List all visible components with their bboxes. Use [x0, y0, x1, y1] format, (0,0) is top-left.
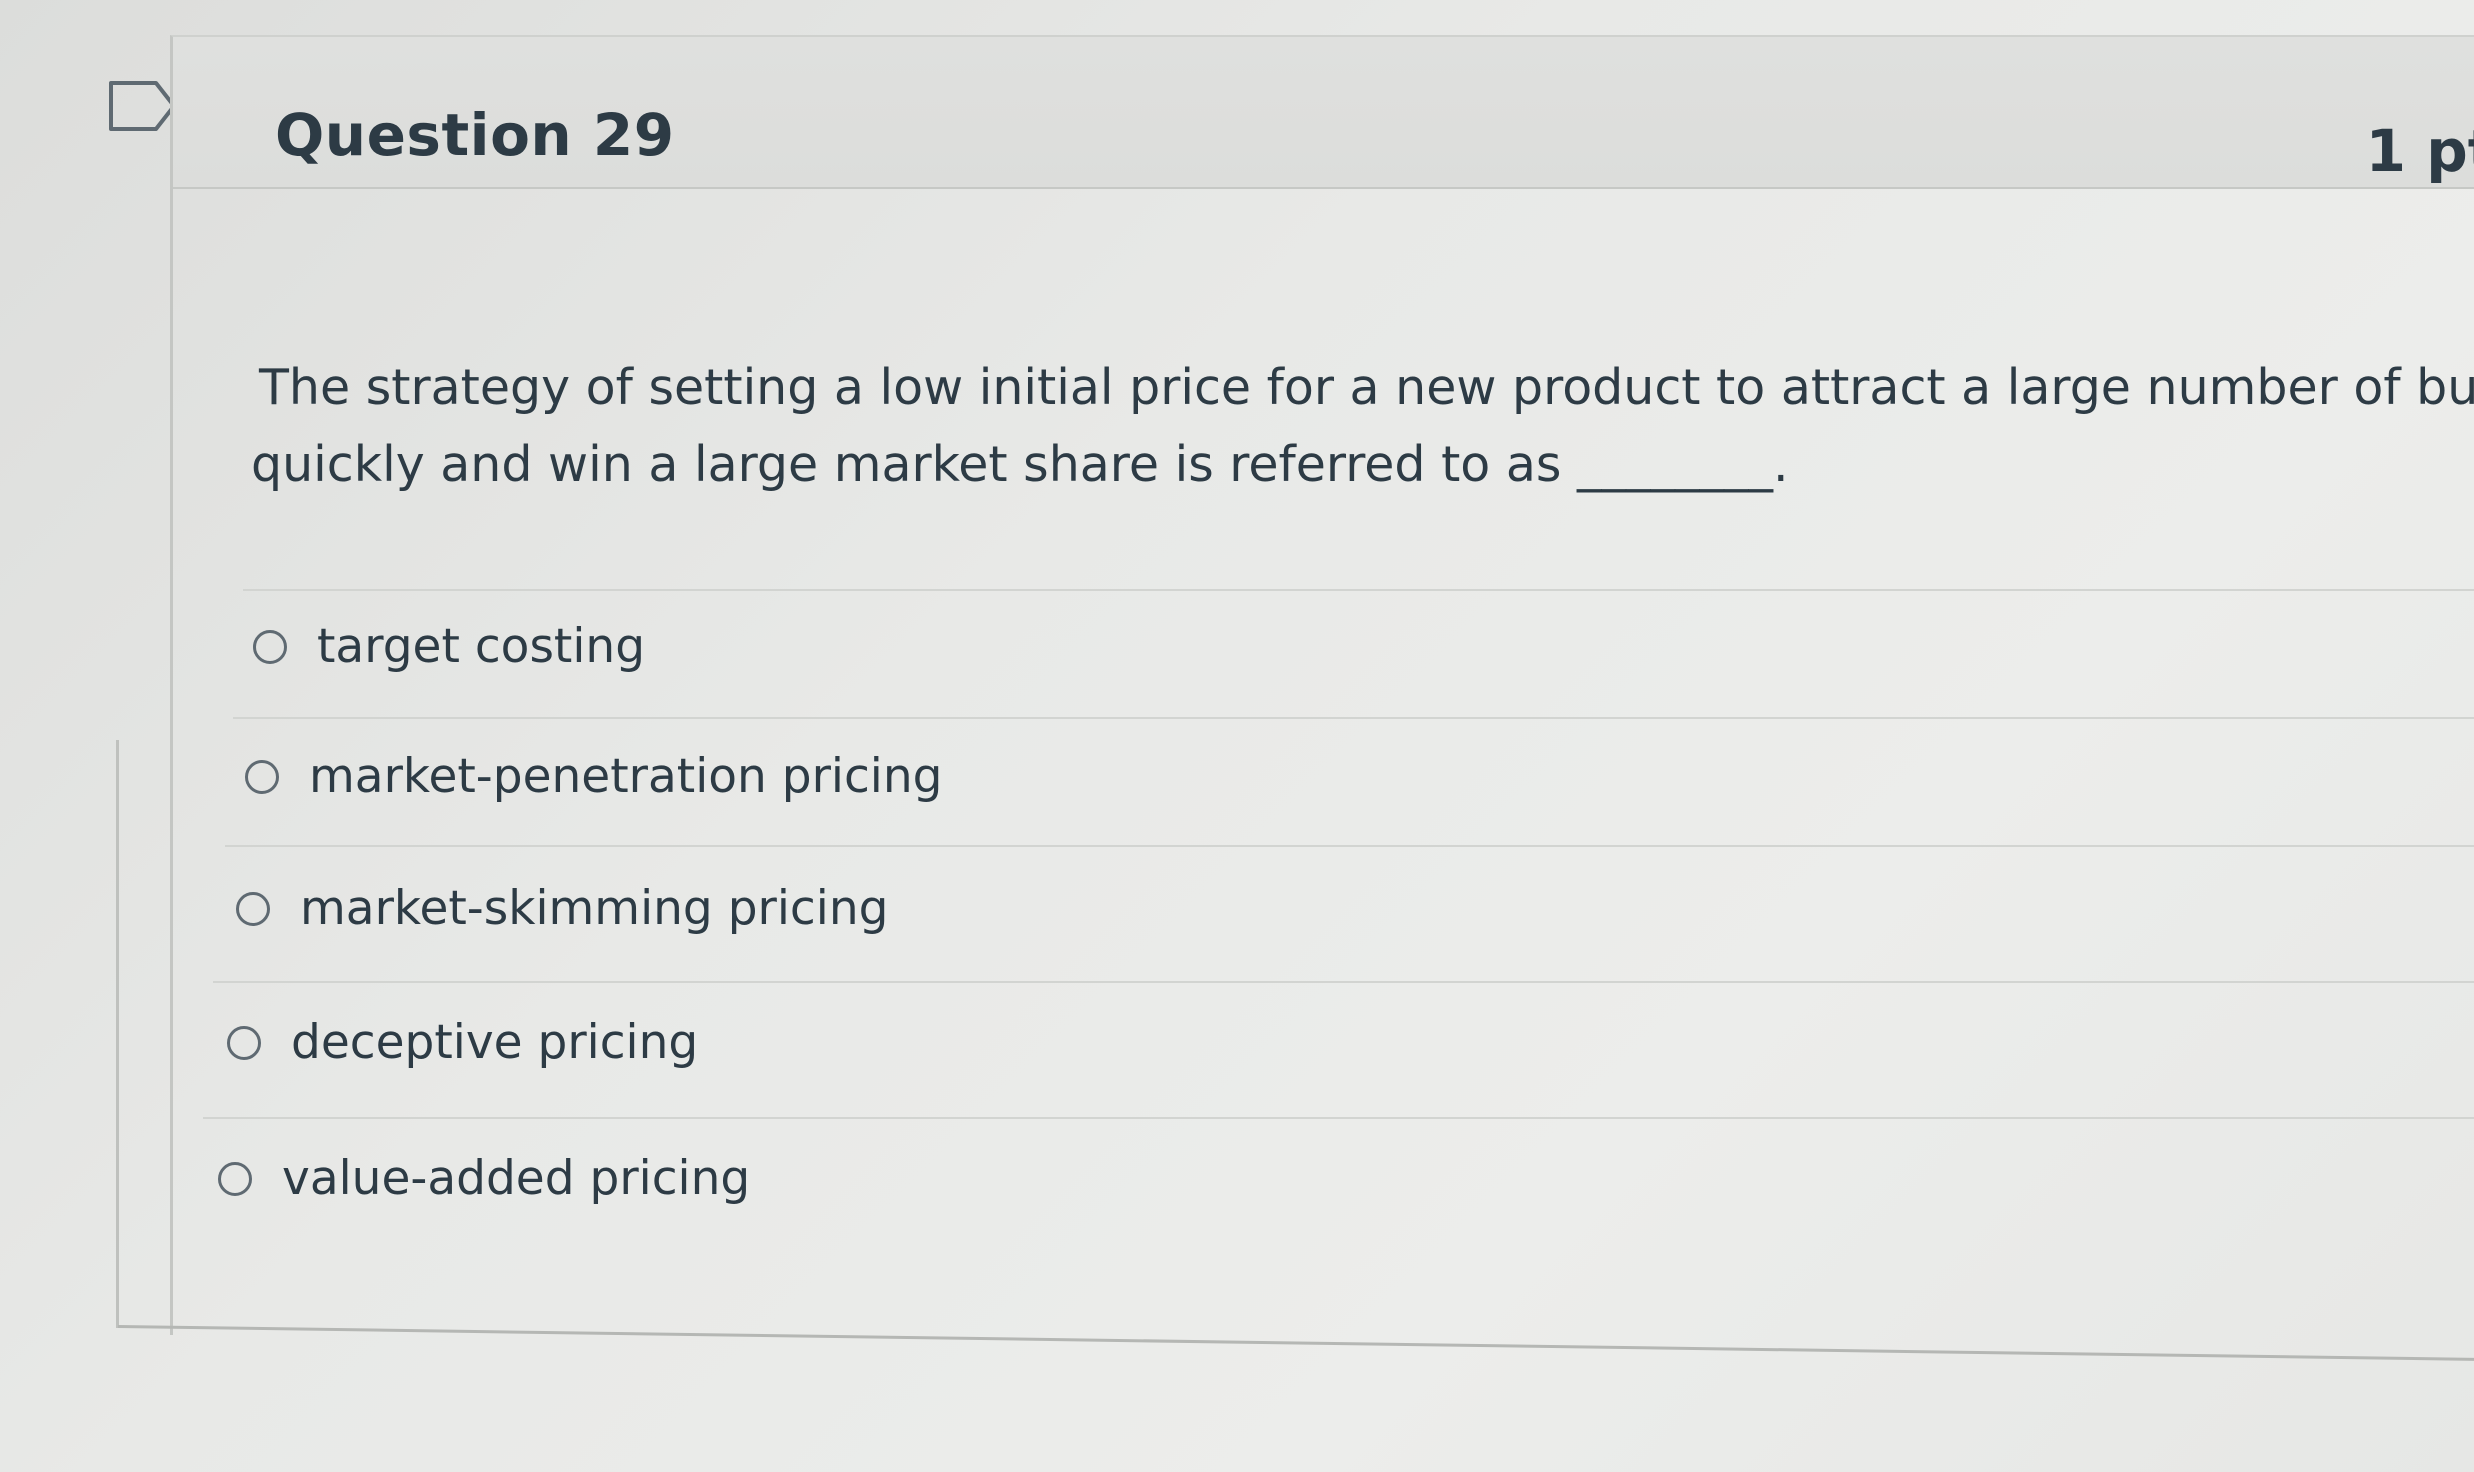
- question-body: The strategy of setting a low initial pr…: [173, 189, 2474, 1337]
- flag-icon[interactable]: [108, 80, 178, 132]
- answer-divider: [203, 1117, 2474, 1119]
- answer-option[interactable]: value-added pricing: [218, 1151, 750, 1206]
- question-text-line: The strategy of setting a low initial pr…: [259, 359, 2474, 416]
- answer-divider: [225, 845, 2474, 847]
- question-points: 1 pts: [2365, 117, 2474, 185]
- answer-option[interactable]: deceptive pricing: [227, 1015, 698, 1070]
- card-border-left: [116, 740, 119, 1328]
- answer-label: value-added pricing: [282, 1151, 751, 1206]
- radio-button[interactable]: [236, 891, 270, 926]
- radio-button[interactable]: [245, 759, 279, 794]
- answer-label: target costing: [317, 619, 646, 674]
- answer-label: deceptive pricing: [291, 1015, 699, 1070]
- question-text-line: quickly and win a large market share is …: [251, 436, 1789, 493]
- quiz-page: Question 29 1 pts The strategy of settin…: [0, 0, 2474, 1472]
- question-text: The strategy of setting a low initial pr…: [251, 349, 2474, 503]
- question-header: Question 29 1 pts: [173, 37, 2474, 189]
- answer-divider: [213, 981, 2474, 983]
- answer-option[interactable]: target costing: [253, 619, 645, 674]
- radio-button[interactable]: [253, 629, 287, 664]
- answer-divider: [243, 589, 2474, 591]
- answer-option[interactable]: market-penetration pricing: [245, 749, 942, 804]
- radio-button[interactable]: [227, 1025, 261, 1060]
- answer-option[interactable]: market-skimming pricing: [236, 881, 888, 936]
- answer-label: market-penetration pricing: [309, 749, 943, 804]
- question-title: Question 29: [275, 101, 675, 169]
- question-card: Question 29 1 pts The strategy of settin…: [170, 35, 2474, 1335]
- answer-divider: [233, 717, 2474, 719]
- radio-button[interactable]: [218, 1161, 252, 1196]
- answer-label: market-skimming pricing: [300, 881, 889, 936]
